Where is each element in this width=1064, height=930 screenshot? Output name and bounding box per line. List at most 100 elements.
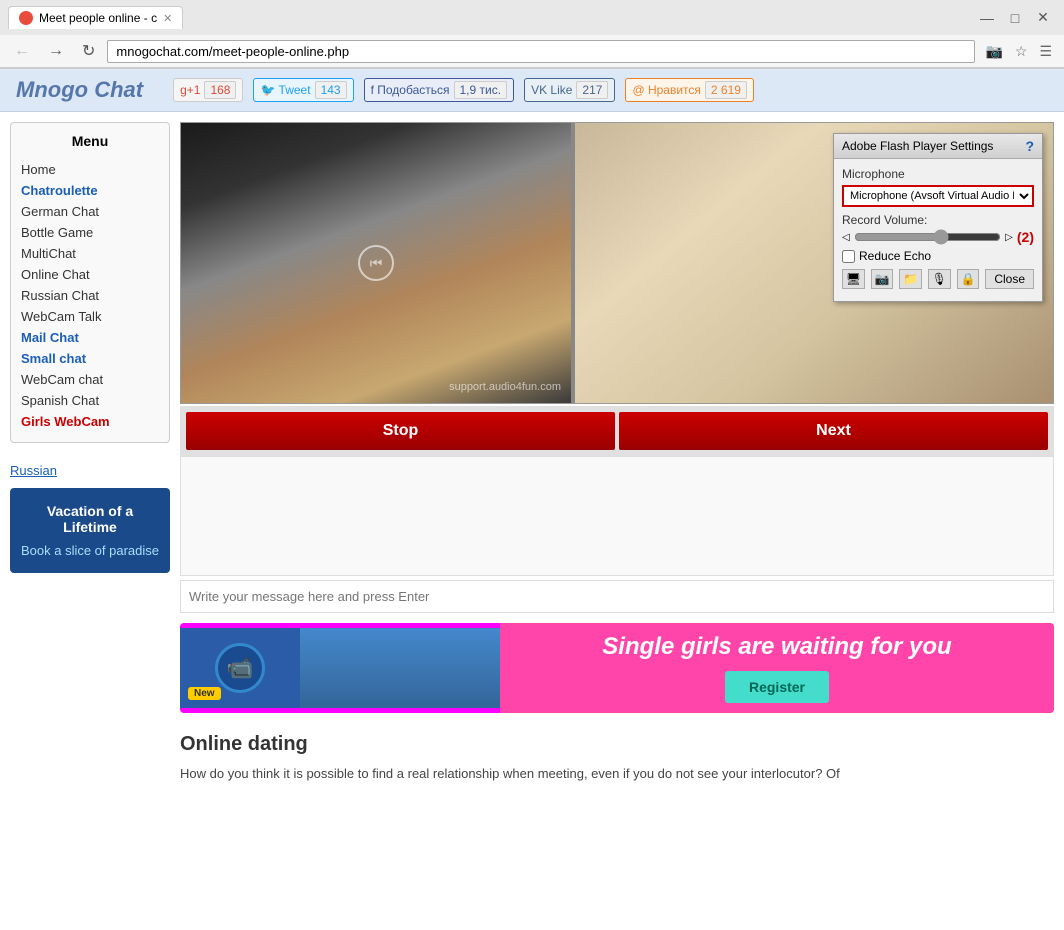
twitter-btn[interactable]: 🐦 Tweet 143 — [253, 78, 353, 102]
flash-microphone-select[interactable]: Microphone (Avsoft Virtual Audio Dev — [842, 185, 1034, 207]
flash-record-label: Record Volume: — [842, 213, 1034, 227]
gplus-btn[interactable]: g+1 168 — [173, 78, 243, 102]
flash-badge: (2) — [1017, 229, 1034, 245]
stop-button[interactable]: Stop — [186, 412, 615, 450]
flash-dialog-title-text: Adobe Flash Player Settings — [842, 139, 993, 153]
sidebar-item-german-chat[interactable]: German Chat — [21, 201, 159, 222]
ok-icon: @ Нравится — [632, 83, 700, 97]
tab-title: Meet people online - c — [39, 11, 157, 25]
chat-input[interactable] — [181, 581, 1053, 612]
sidebar-ad-title: Vacation of a Lifetime — [20, 503, 160, 535]
vk-icon: VK Like — [531, 83, 572, 97]
tab-favicon — [19, 11, 33, 25]
video-left: ⏮ support.audio4fun.com — [181, 123, 571, 403]
control-buttons: Stop Next — [180, 406, 1054, 456]
ok-count: 2 619 — [705, 81, 747, 99]
russian-lang-link[interactable]: Russian — [10, 463, 57, 478]
minimize-btn[interactable]: — — [974, 7, 1000, 29]
sidebar-item-spanish-chat[interactable]: Spanish Chat — [21, 390, 159, 411]
window-controls: — □ ✕ — [974, 7, 1056, 29]
flash-dialog-titlebar: Adobe Flash Player Settings ? — [834, 134, 1042, 159]
page-content: Mnogo Chat g+1 168 🐦 Tweet 143 f Подобас… — [0, 69, 1064, 804]
chat-input-row — [180, 580, 1054, 613]
flash-microphone-label: Microphone — [842, 167, 1034, 181]
flash-settings-dialog: Adobe Flash Player Settings ? Microphone… — [833, 133, 1043, 302]
flash-icon-mic[interactable]: 🎙 — [928, 269, 951, 289]
fb-icon: f Подобасться — [371, 83, 450, 97]
gplus-icon: g+1 — [180, 83, 200, 97]
site-header: Mnogo Chat g+1 168 🐦 Tweet 143 f Подобас… — [0, 69, 1064, 112]
twitter-count: 143 — [315, 81, 347, 99]
gplus-count: 168 — [204, 81, 236, 99]
flash-help-icon[interactable]: ? — [1025, 138, 1034, 154]
banner-img-section: 📹 New — [180, 628, 300, 708]
sidebar-item-chatroulette[interactable]: Chatroulette — [21, 180, 159, 201]
browser-tab[interactable]: Meet people online - c ✕ — [8, 6, 183, 29]
banner-cam-icon: 📹 — [215, 643, 265, 693]
sidebar-item-home[interactable]: Home — [21, 159, 159, 180]
sidebar-ad-subtitle: Book a slice of paradise — [20, 543, 160, 558]
flash-vol-min: ◁ — [842, 232, 850, 243]
banner-headline: Single girls are waiting for you — [602, 633, 951, 661]
close-btn[interactable]: ✕ — [1030, 7, 1056, 29]
video-right: Adobe Flash Player Settings ? Microphone… — [575, 123, 1053, 403]
titlebar: Meet people online - c ✕ — □ ✕ — [0, 0, 1064, 35]
flash-reduce-echo-checkbox[interactable] — [842, 250, 855, 263]
banner-text-section: Single girls are waiting for you Registe… — [500, 623, 1054, 713]
online-dating-text: How do you think it is possible to find … — [180, 764, 1054, 784]
flash-volume-slider[interactable] — [854, 229, 1001, 245]
back-btn[interactable]: ← — [8, 40, 36, 62]
sidebar-lang: Russian — [10, 463, 170, 478]
twitter-icon: 🐦 Tweet — [260, 83, 310, 97]
sidebar: Menu Home Chatroulette German Chat Bottl… — [10, 122, 170, 794]
flash-icon-shield[interactable]: 🔒 — [957, 269, 980, 289]
maximize-btn[interactable]: □ — [1002, 7, 1028, 29]
flash-close-button[interactable]: Close — [985, 269, 1034, 289]
chat-area — [180, 456, 1054, 576]
sidebar-item-bottle-game[interactable]: Bottle Game — [21, 222, 159, 243]
bottom-banner[interactable]: 📹 New Single girls are waiting for you R… — [180, 623, 1054, 713]
browser-toolbar: ← → ↻ 📷 ☆ ☰ — [0, 35, 1064, 68]
flash-slider-row: ◁ ▷ (2) — [842, 229, 1034, 245]
flash-icon-camera[interactable]: 📷 — [871, 269, 894, 289]
flash-reduce-echo-row: Reduce Echo — [842, 249, 1034, 263]
flash-icon-display[interactable]: 🖥 — [842, 269, 865, 289]
sidebar-item-webcam-chat[interactable]: WebCam chat — [21, 369, 159, 390]
refresh-btn[interactable]: ↻ — [76, 39, 101, 63]
flash-vol-max: ▷ — [1005, 232, 1013, 243]
fb-btn[interactable]: f Подобасться 1,9 тис. — [364, 78, 514, 102]
sidebar-item-multichat[interactable]: MultiChat — [21, 243, 159, 264]
next-button[interactable]: Next — [619, 412, 1048, 450]
sidebar-ad[interactable]: Vacation of a Lifetime Book a slice of p… — [10, 488, 170, 573]
vk-count: 217 — [576, 81, 608, 99]
sidebar-item-mail-chat[interactable]: Mail Chat — [21, 327, 159, 348]
tab-close-btn[interactable]: ✕ — [163, 12, 172, 25]
star-icon[interactable]: ☆ — [1011, 41, 1032, 62]
menu-icon[interactable]: ☰ — [1035, 41, 1056, 62]
sidebar-item-russian-chat[interactable]: Russian Chat — [21, 285, 159, 306]
content-area: ⏮ support.audio4fun.com Adobe Flash Play… — [180, 122, 1054, 794]
sidebar-item-small-chat[interactable]: Small chat — [21, 348, 159, 369]
banner-register-btn[interactable]: Register — [725, 671, 829, 703]
toolbar-icons: 📷 ☆ ☰ — [981, 41, 1056, 62]
video-container: ⏮ support.audio4fun.com Adobe Flash Play… — [180, 122, 1054, 404]
online-dating-section: Online dating How do you think it is pos… — [180, 723, 1054, 794]
sidebar-item-girls-webcam[interactable]: Girls WebCam — [21, 411, 159, 432]
sidebar-item-online-chat[interactable]: Online Chat — [21, 264, 159, 285]
online-dating-heading: Online dating — [180, 733, 1054, 756]
ok-btn[interactable]: @ Нравится 2 619 — [625, 78, 754, 102]
browser-chrome: Meet people online - c ✕ — □ ✕ ← → ↻ 📷 ☆… — [0, 0, 1064, 69]
fb-count: 1,9 тис. — [454, 81, 508, 99]
address-bar[interactable] — [107, 40, 975, 63]
flash-icons-row: 🖥 📷 📁 🎙 🔒 Close — [842, 269, 1034, 289]
sidebar-item-webcam-talk[interactable]: WebCam Talk — [21, 306, 159, 327]
forward-btn[interactable]: → — [42, 40, 70, 62]
video-watermark: support.audio4fun.com — [449, 381, 561, 393]
video-play-icon: ⏮ — [358, 245, 394, 281]
site-logo: Mnogo Chat — [16, 77, 143, 103]
vk-btn[interactable]: VK Like 217 — [524, 78, 615, 102]
sidebar-menu-title: Menu — [21, 133, 159, 149]
flash-icon-folder[interactable]: 📁 — [899, 269, 922, 289]
sidebar-menu-box: Menu Home Chatroulette German Chat Bottl… — [10, 122, 170, 443]
flash-dialog-body: Microphone Microphone (Avsoft Virtual Au… — [834, 159, 1042, 301]
